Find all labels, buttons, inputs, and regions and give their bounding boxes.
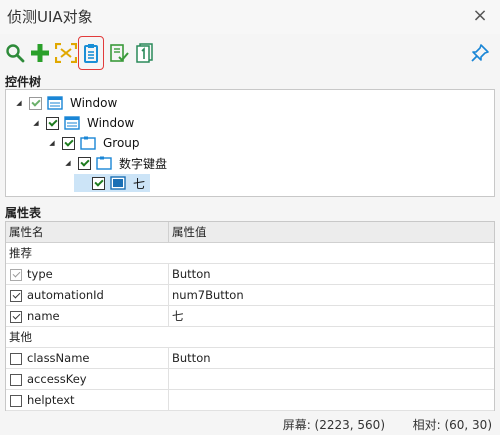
tree-checkbox[interactable] bbox=[78, 156, 91, 170]
tree-checkbox[interactable] bbox=[29, 96, 42, 110]
prop-value[interactable]: num7Button bbox=[168, 285, 494, 306]
header-value: 属性值 bbox=[168, 222, 494, 243]
prop-checkbox[interactable] bbox=[10, 352, 22, 365]
expand-arrow-icon[interactable]: ◢ bbox=[63, 158, 73, 168]
prop-checkbox[interactable] bbox=[10, 373, 22, 386]
group-icon bbox=[95, 155, 113, 171]
prop-checkbox[interactable] bbox=[10, 289, 22, 302]
group-icon bbox=[79, 135, 97, 151]
expand-arrow-icon[interactable]: ◢ bbox=[31, 118, 41, 128]
props-section-label: 属性表 bbox=[5, 206, 42, 220]
tree-node-label: 七 bbox=[133, 176, 146, 191]
table-header: 属性名 属性值 bbox=[6, 222, 494, 243]
tree-node-label: Group bbox=[103, 136, 140, 150]
screen-coordinates: 屏幕: (2223, 560) bbox=[282, 418, 385, 432]
prop-value[interactable] bbox=[168, 369, 494, 390]
pin-button[interactable] bbox=[468, 40, 492, 66]
property-table: 属性名 属性值 推荐 type Button automationId num7… bbox=[5, 221, 495, 411]
table-row[interactable]: type Button bbox=[6, 264, 494, 285]
control-tree[interactable]: ◢ Window ◢ Window ◢ Group ◢ 数字键盘 七 bbox=[5, 89, 495, 197]
capture-icon bbox=[55, 43, 77, 63]
tree-node-numpad[interactable]: ◢ 数字键盘 bbox=[63, 154, 167, 172]
copy-clipboard-button[interactable] bbox=[78, 36, 104, 70]
prop-name: helptext bbox=[27, 393, 75, 407]
page-one-icon bbox=[136, 43, 153, 63]
prop-name: type bbox=[27, 267, 53, 281]
tree-checkbox[interactable] bbox=[62, 136, 75, 150]
tree-node-label: 数字键盘 bbox=[119, 156, 168, 171]
prop-value[interactable]: 七 bbox=[168, 306, 494, 327]
close-button[interactable]: × bbox=[469, 5, 491, 27]
tree-node-label: Window bbox=[70, 96, 118, 110]
tree-checkbox[interactable] bbox=[46, 116, 59, 130]
add-icon bbox=[31, 44, 49, 62]
header-name: 属性名 bbox=[9, 225, 44, 239]
add-button[interactable] bbox=[28, 40, 52, 66]
tree-section-label: 控件树 bbox=[5, 75, 42, 89]
validate-list-button[interactable] bbox=[107, 40, 131, 66]
table-row[interactable]: name 七 bbox=[6, 306, 494, 327]
prop-name: accessKey bbox=[27, 372, 87, 386]
group-label: 推荐 bbox=[9, 246, 32, 260]
prop-name: className bbox=[27, 351, 90, 365]
search-icon bbox=[6, 44, 25, 63]
page-one-button[interactable] bbox=[133, 40, 157, 66]
prop-name: name bbox=[27, 309, 60, 323]
window-icon bbox=[46, 95, 64, 111]
prop-value[interactable] bbox=[168, 390, 494, 411]
prop-checkbox[interactable] bbox=[10, 310, 22, 323]
prop-value[interactable]: Button bbox=[168, 348, 494, 369]
capture-button[interactable] bbox=[54, 40, 78, 66]
status-bar: 屏幕: (2223, 560) 相对: (60, 30) bbox=[0, 413, 500, 435]
tree-node-seven[interactable]: 七 bbox=[74, 174, 150, 192]
list-check-icon bbox=[110, 44, 129, 62]
tree-node-window-root[interactable]: ◢ Window bbox=[14, 94, 117, 112]
group-row-other: 其他 bbox=[6, 327, 494, 348]
group-row-recommended: 推荐 bbox=[6, 243, 494, 264]
prop-value[interactable]: Button bbox=[168, 264, 494, 285]
table-row[interactable]: className Button bbox=[6, 348, 494, 369]
prop-name: automationId bbox=[27, 288, 104, 302]
pin-icon bbox=[471, 44, 489, 62]
window-title: 侦测UIA对象 bbox=[7, 8, 93, 26]
tree-node-group[interactable]: ◢ Group bbox=[47, 134, 140, 152]
table-row[interactable]: accessKey bbox=[6, 369, 494, 390]
button-icon bbox=[109, 175, 127, 191]
tree-checkbox[interactable] bbox=[92, 176, 105, 190]
window-icon bbox=[63, 115, 81, 131]
tree-node-label: Window bbox=[87, 116, 135, 130]
relative-coordinates: 相对: (60, 30) bbox=[412, 418, 492, 432]
expand-arrow-icon[interactable]: ◢ bbox=[14, 98, 24, 108]
prop-checkbox[interactable] bbox=[10, 268, 22, 281]
prop-checkbox[interactable] bbox=[10, 394, 22, 407]
tree-node-window[interactable]: ◢ Window bbox=[31, 114, 134, 132]
group-label: 其他 bbox=[9, 330, 32, 344]
toolbar bbox=[0, 36, 500, 70]
table-row[interactable]: helptext bbox=[6, 390, 494, 411]
search-button[interactable] bbox=[3, 40, 27, 66]
expand-arrow-icon[interactable]: ◢ bbox=[47, 138, 57, 148]
table-row[interactable]: automationId num7Button bbox=[6, 285, 494, 306]
title-bar: 侦测UIA对象 × bbox=[0, 0, 500, 34]
clipboard-icon bbox=[84, 44, 98, 63]
